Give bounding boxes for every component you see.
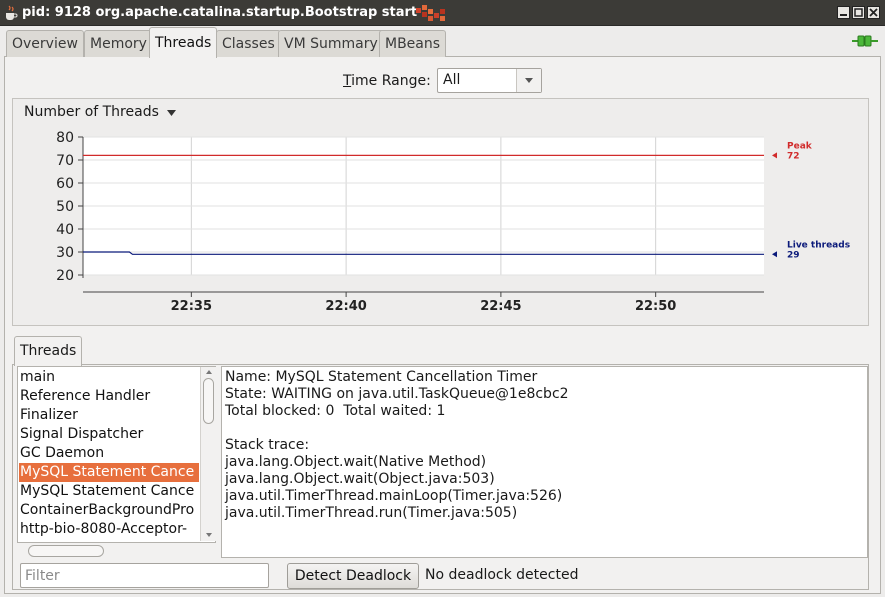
stack-frame: java.lang.Object.wait(Native Method): [225, 454, 487, 470]
thread-list-item[interactable]: GC Daemon: [19, 444, 199, 463]
x-tick-label: 22:50: [635, 299, 676, 314]
maximize-button[interactable]: [852, 6, 865, 19]
connection-plug-icon[interactable]: [852, 34, 878, 48]
tab-strip: Overview Memory Threads Classes VM Summa…: [0, 27, 885, 58]
thread-list-vertical-scrollbar[interactable]: [200, 367, 216, 541]
chart-menu-arrow-icon[interactable]: [167, 110, 176, 116]
tab-classes[interactable]: Classes: [216, 30, 281, 57]
titlebar-decoration-icon: [416, 5, 445, 21]
tab-memory[interactable]: Memory: [84, 30, 153, 57]
java-cup-icon: [6, 5, 18, 20]
threads-chart: 20 30 40 50 60 70 80 22:35 22:40 22:45 22:50 Peak72…: [56, 130, 850, 314]
minimize-icon: [840, 14, 847, 16]
thread-detail[interactable]: Name: MySQL Statement Cancellation Timer…: [221, 366, 868, 558]
time-range-label: Time Range:: [343, 73, 431, 89]
maximize-icon: [854, 8, 863, 17]
thread-name-line: Name: MySQL Statement Cancellation Timer: [225, 369, 538, 385]
thread-totals-line: Total blocked: 0 Total waited: 1: [225, 403, 446, 419]
chevron-down-icon: [525, 78, 533, 83]
stack-frame: java.lang.Object.wait(Object.java:503): [225, 471, 495, 487]
tab-vm-summary[interactable]: VM Summary: [278, 30, 384, 57]
x-tick-label: 22:40: [325, 299, 366, 314]
y-tick-label: 70: [56, 153, 74, 169]
filter-input[interactable]: [20, 563, 269, 588]
thread-list-item[interactable]: http-bio-8080-Acceptor-: [19, 520, 199, 539]
time-range-value: All: [443, 72, 461, 88]
thread-list-item[interactable]: MySQL Statement Cance: [19, 482, 199, 501]
tab-overview[interactable]: Overview: [6, 30, 84, 57]
tab-threads[interactable]: Threads: [149, 27, 218, 58]
thread-list-horizontal-scrollbar[interactable]: [18, 543, 216, 560]
y-tick-label: 30: [56, 245, 74, 261]
deadlock-status: No deadlock detected: [425, 567, 579, 583]
tab-mbeans[interactable]: MBeans: [379, 30, 447, 57]
series-end-marker-icon: [772, 251, 777, 258]
series-end-marker-icon: [772, 152, 777, 159]
chart-title[interactable]: Number of Threads: [24, 104, 159, 120]
window-titlebar[interactable]: pid: 9128 org.apache.catalina.startup.Bo…: [0, 0, 885, 26]
stack-frame: java.util.TimerThread.run(Timer.java:505…: [225, 505, 518, 521]
x-tick-label: 22:45: [480, 299, 521, 314]
stack-frame: java.util.TimerThread.mainLoop(Timer.jav…: [225, 488, 563, 504]
time-range-select[interactable]: All: [437, 68, 542, 93]
thread-list-item[interactable]: ContainerBackgroundPro: [19, 501, 199, 520]
horizontal-scroll-thumb[interactable]: [28, 545, 104, 557]
thread-list-item[interactable]: Reference Handler: [19, 387, 199, 406]
legend-series-value: 29: [787, 250, 800, 260]
thread-list-item[interactable]: Signal Dispatcher: [19, 425, 199, 444]
dropdown-arrow[interactable]: [516, 69, 541, 92]
threads-subtab[interactable]: Threads: [14, 336, 83, 366]
legend-series-name: Peak: [787, 141, 813, 151]
x-tick-label: 22:35: [171, 299, 212, 314]
thread-list[interactable]: main Reference Handler Finalizer Signal Dis…: [17, 366, 216, 543]
y-tick-label: 80: [56, 130, 74, 146]
minimize-button[interactable]: [837, 6, 850, 19]
y-tick-label: 20: [56, 268, 74, 284]
legend-series-name: Live threads: [787, 240, 850, 250]
window-title: pid: 9128 org.apache.catalina.startup.Bo…: [22, 5, 418, 20]
thread-state-line: State: WAITING on java.util.TaskQueue@1e…: [225, 386, 569, 402]
stack-trace-header: Stack trace:: [225, 437, 310, 453]
y-tick-label: 50: [56, 199, 74, 215]
y-tick-label: 60: [56, 176, 74, 192]
detect-deadlock-button[interactable]: Detect Deadlock: [287, 563, 419, 589]
vertical-scroll-thumb[interactable]: [203, 378, 214, 424]
legend-series-value: 72: [787, 151, 800, 161]
close-icon: [869, 8, 878, 17]
thread-list-item[interactable]: Finalizer: [19, 406, 199, 425]
thread-list-item[interactable]: main: [19, 368, 199, 387]
thread-list-item[interactable]: MySQL Statement Cance: [19, 463, 199, 482]
y-tick-label: 40: [56, 222, 74, 238]
close-button[interactable]: [867, 6, 880, 19]
